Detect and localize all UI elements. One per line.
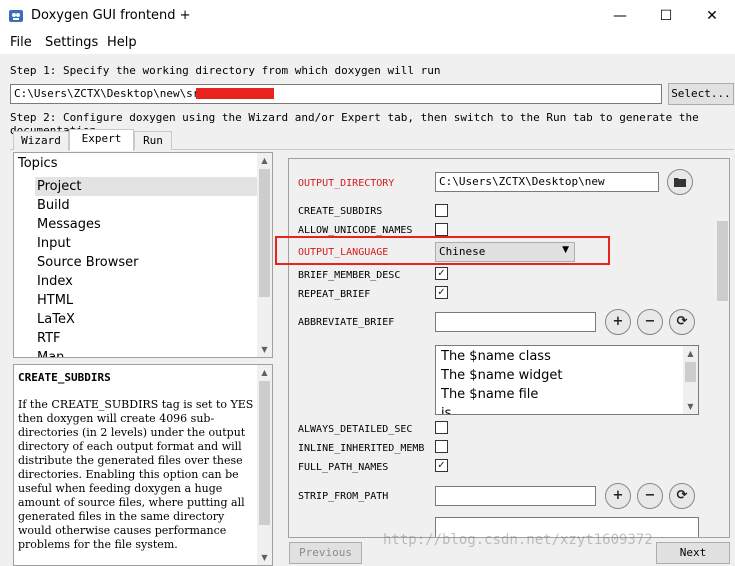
scroll-thumb[interactable] — [685, 362, 696, 382]
help-body: If the CREATE_SUBDIRS tag is set to YES … — [18, 398, 254, 551]
step1-label: Step 1: Specify the working directory fr… — [10, 64, 441, 77]
options-scrollbar[interactable] — [715, 159, 729, 537]
topic-html[interactable]: HTML — [35, 291, 257, 310]
topics-list: Topics Project Build Messages Input Sour… — [13, 152, 273, 358]
repeat-brief-checkbox[interactable]: ✓ — [435, 286, 448, 299]
topics-header: Topics — [18, 156, 58, 171]
scroll-up-icon[interactable]: ▲ — [683, 346, 698, 361]
allow-unicode-names-label: ALLOW_UNICODE_NAMES — [298, 225, 413, 236]
topic-input[interactable]: Input — [35, 234, 257, 253]
select-directory-button[interactable]: Select... — [668, 83, 734, 105]
full-path-names-label: FULL_PATH_NAMES — [298, 462, 389, 473]
help-scrollbar[interactable]: ▲ ▼ — [257, 365, 272, 565]
create-subdirs-label: CREATE_SUBDIRS — [298, 206, 383, 217]
topic-messages[interactable]: Messages — [35, 215, 257, 234]
menu-file[interactable]: File — [10, 35, 32, 50]
topic-build[interactable]: Build — [35, 196, 257, 215]
create-subdirs-checkbox[interactable] — [435, 204, 448, 217]
abbreviate-brief-label: ABBREVIATE_BRIEF — [298, 317, 395, 328]
strip-from-path-input[interactable] — [435, 486, 596, 506]
inline-inherited-memb-label: INLINE_INHERITED_MEMB — [298, 443, 425, 454]
output-directory-input[interactable]: C:\Users\ZCTX\Desktop\new — [435, 172, 659, 192]
repeat-brief-label: REPEAT_BRIEF — [298, 289, 371, 300]
list-item[interactable]: The $name widget — [441, 368, 562, 383]
window-title: Doxygen GUI frontend + — [31, 8, 191, 23]
help-panel: CREATE_SUBDIRS If the CREATE_SUBDIRS tag… — [13, 364, 273, 566]
full-path-names-checkbox[interactable]: ✓ — [435, 459, 448, 472]
output-directory-value: C:\Users\ZCTX\Desktop\new — [439, 175, 605, 188]
minimize-button[interactable]: — — [597, 0, 643, 32]
abbreviate-brief-input[interactable] — [435, 312, 596, 332]
add-item-button[interactable]: + — [605, 309, 631, 335]
close-button[interactable]: ✕ — [689, 0, 735, 32]
scroll-thumb[interactable] — [259, 381, 270, 525]
previous-button[interactable]: Previous — [289, 542, 362, 564]
refresh-list-button[interactable]: ⟳ — [669, 483, 695, 509]
refresh-list-button[interactable]: ⟳ — [669, 309, 695, 335]
add-item-button[interactable]: + — [605, 483, 631, 509]
allow-unicode-names-checkbox[interactable] — [435, 223, 448, 236]
tab-expert[interactable]: Expert — [69, 129, 134, 151]
strip-from-path-label: STRIP_FROM_PATH — [298, 491, 389, 502]
next-button[interactable]: Next — [656, 542, 730, 564]
folder-browse-button[interactable] — [667, 169, 693, 195]
topic-man[interactable]: Man — [35, 348, 257, 357]
highlight-box — [275, 236, 610, 265]
maximize-button[interactable]: ☐ — [643, 0, 689, 32]
scroll-up-icon[interactable]: ▲ — [257, 365, 272, 380]
topic-source-browser[interactable]: Source Browser — [35, 253, 257, 272]
always-detailed-sec-checkbox[interactable] — [435, 421, 448, 434]
list-scrollbar[interactable]: ▲ ▼ — [683, 346, 698, 414]
help-title: CREATE_SUBDIRS — [18, 371, 111, 384]
list-item[interactable]: is — [441, 406, 451, 414]
remove-item-button[interactable]: − — [637, 309, 663, 335]
always-detailed-sec-label: ALWAYS_DETAILED_SEC — [298, 424, 413, 435]
topic-latex[interactable]: LaTeX — [35, 310, 257, 329]
abbreviate-brief-list[interactable]: The $name class The $name widget The $na… — [435, 345, 699, 415]
scroll-down-icon[interactable]: ▼ — [257, 550, 272, 565]
topic-project[interactable]: Project — [35, 177, 257, 196]
folder-icon — [674, 178, 686, 187]
brief-member-desc-checkbox[interactable]: ✓ — [435, 267, 448, 280]
scroll-down-icon[interactable]: ▼ — [257, 342, 272, 357]
topics-scrollbar[interactable]: ▲ ▼ — [257, 153, 272, 357]
scroll-up-icon[interactable]: ▲ — [257, 153, 272, 168]
scroll-thumb[interactable] — [259, 169, 270, 297]
watermark: http://blog.csdn.net/xzyt1609372 — [383, 532, 653, 548]
tab-wizard[interactable]: Wizard — [13, 131, 69, 150]
working-directory-value: C:\Users\ZCTX\Desktop\new\src\D — [14, 87, 220, 100]
list-item[interactable]: The $name file — [441, 387, 538, 402]
list-item[interactable]: The $name class — [441, 349, 551, 364]
menu-help[interactable]: Help — [107, 35, 137, 50]
output-directory-label: OUTPUT_DIRECTORY — [298, 178, 395, 189]
remove-item-button[interactable]: − — [637, 483, 663, 509]
redaction-mark — [196, 88, 274, 99]
scroll-thumb[interactable] — [717, 221, 728, 301]
brief-member-desc-label: BRIEF_MEMBER_DESC — [298, 270, 401, 281]
inline-inherited-memb-checkbox[interactable] — [435, 440, 448, 453]
working-directory-input[interactable]: C:\Users\ZCTX\Desktop\new\src\D — [10, 84, 662, 104]
tab-run[interactable]: Run — [134, 131, 172, 150]
topic-index[interactable]: Index — [35, 272, 257, 291]
scroll-down-icon[interactable]: ▼ — [683, 399, 698, 414]
topic-rtf[interactable]: RTF — [35, 329, 257, 348]
menu-settings[interactable]: Settings — [45, 35, 98, 50]
options-panel: OUTPUT_DIRECTORY C:\Users\ZCTX\Desktop\n… — [288, 158, 730, 538]
doxygen-app-icon — [8, 8, 24, 24]
